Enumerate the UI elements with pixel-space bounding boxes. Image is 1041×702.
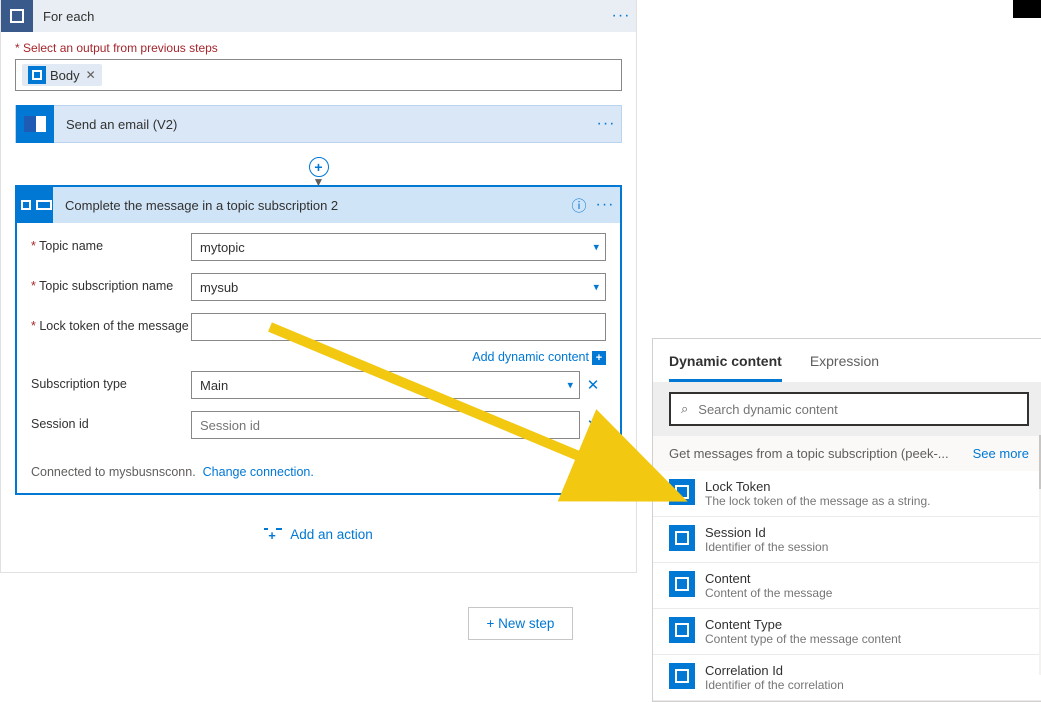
clear-session-id-button[interactable]: ✕ — [580, 411, 606, 434]
topic-sub-label: Topic subscription name — [31, 273, 191, 293]
send-email-header[interactable]: Send an email (V2) ··· — [15, 105, 622, 143]
service-bus-icon — [669, 663, 695, 689]
topic-sub-select[interactable]: mysub ▾ — [191, 273, 606, 301]
lock-token-input[interactable] — [191, 313, 606, 341]
see-more-link[interactable]: See more — [973, 446, 1029, 461]
chevron-down-icon: ▾ — [593, 241, 599, 254]
complete-message-title: Complete the message in a topic subscrip… — [65, 198, 568, 213]
add-action-icon — [264, 528, 282, 542]
search-icon: ⌕ — [681, 401, 688, 417]
session-id-input[interactable] — [191, 411, 580, 439]
topic-name-label: Topic name — [31, 233, 191, 253]
subscription-type-select[interactable]: Main ▾ — [191, 371, 580, 399]
tab-expression[interactable]: Expression — [810, 353, 879, 382]
tab-dynamic-content[interactable]: Dynamic content — [669, 353, 782, 382]
clear-subscription-type-button[interactable]: ✕ — [580, 371, 606, 394]
remove-token-icon[interactable]: ✕ — [86, 68, 96, 82]
section-header: Get messages from a topic subscription (… — [669, 446, 949, 461]
service-bus-icon — [669, 571, 695, 597]
dynamic-content-search-input[interactable] — [698, 402, 1017, 417]
select-output-input[interactable]: Body ✕ — [15, 59, 622, 91]
dynamic-content-icon[interactable]: + — [592, 351, 606, 365]
dynamic-item-lock-token[interactable]: Lock TokenThe lock token of the message … — [653, 471, 1041, 517]
send-email-menu-button[interactable]: ··· — [591, 115, 621, 133]
foreach-menu-button[interactable]: ··· — [606, 7, 636, 25]
outlook-icon — [16, 105, 54, 143]
subscription-type-label: Subscription type — [31, 371, 191, 391]
service-bus-icon — [669, 617, 695, 643]
new-step-button[interactable]: + New step — [468, 607, 574, 640]
complete-message-card: Complete the message in a topic subscrip… — [15, 185, 622, 495]
foreach-icon — [1, 0, 33, 32]
chevron-down-icon: ▾ — [567, 379, 573, 392]
complete-menu-button[interactable]: ··· — [590, 196, 620, 214]
service-bus-icon — [28, 66, 46, 84]
body-token-label: Body — [50, 68, 80, 83]
add-dynamic-content-link[interactable]: Add dynamic content — [472, 350, 589, 364]
arrow-down-icon: ▼ — [313, 175, 325, 189]
insert-step-button[interactable]: + — [309, 157, 329, 177]
topic-name-select[interactable]: mytopic ▾ — [191, 233, 606, 261]
info-icon[interactable]: ⓘ — [568, 195, 590, 216]
add-action-button[interactable]: Add an action — [1, 503, 636, 572]
dynamic-item-content[interactable]: ContentContent of the message — [653, 563, 1041, 609]
dynamic-content-panel: Dynamic content Expression ⌕ Get message… — [652, 338, 1041, 702]
connection-text: Connected to mysbusnsconn. — [31, 465, 196, 479]
chevron-down-icon: ▾ — [593, 281, 599, 294]
dynamic-item-session-id[interactable]: Session IdIdentifier of the session — [653, 517, 1041, 563]
select-output-label: Select an output from previous steps — [15, 41, 622, 55]
foreach-header[interactable]: For each ··· — [1, 0, 636, 32]
dynamic-item-content-type[interactable]: Content TypeContent type of the message … — [653, 609, 1041, 655]
lock-token-label: Lock token of the message — [31, 313, 191, 333]
complete-message-header[interactable]: Complete the message in a topic subscrip… — [17, 187, 620, 223]
send-email-title: Send an email (V2) — [66, 117, 591, 132]
change-connection-link[interactable]: Change connection. — [203, 465, 314, 479]
body-token-chip[interactable]: Body ✕ — [22, 64, 102, 86]
dynamic-item-correlation-id[interactable]: Correlation IdIdentifier of the correlat… — [653, 655, 1041, 701]
foreach-title: For each — [43, 9, 606, 24]
corner-decoration — [1013, 0, 1041, 18]
session-id-label: Session id — [31, 411, 191, 431]
service-bus-icon — [669, 479, 695, 505]
service-bus-icon — [17, 187, 53, 223]
service-bus-icon — [669, 525, 695, 551]
